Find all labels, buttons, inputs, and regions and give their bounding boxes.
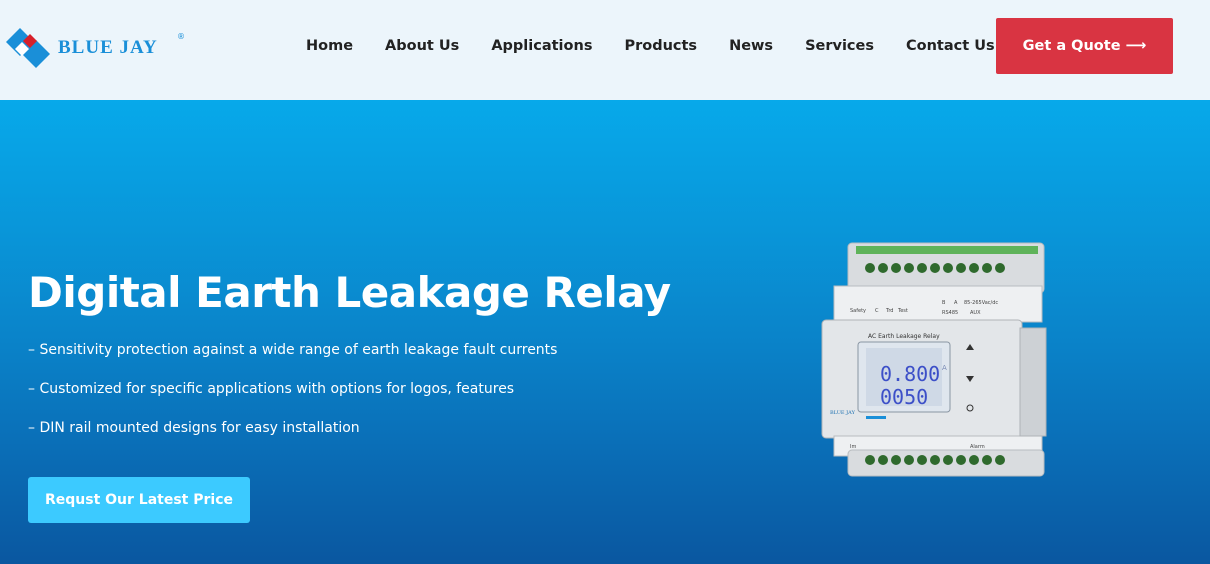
hero-bullet-1: – Sensitivity protection against a wide … [28,342,558,358]
device-label-c: C [875,308,879,314]
nav-news[interactable]: News [729,38,773,54]
lcd-unit: A [942,364,947,372]
nav-home[interactable]: Home [306,38,353,54]
main-nav: Home About Us Applications Products News… [306,38,1027,54]
request-price-button[interactable]: Requst Our Latest Price [28,477,250,523]
nav-products[interactable]: Products [624,38,697,54]
lcd-reading-bottom: 0050 [880,385,928,409]
site-header: BLUE JAY ® Home About Us Applications Pr… [0,0,1210,100]
hero-bullet-3: – DIN rail mounted designs for easy inst… [28,420,360,436]
device-label-alarm: Alarm [970,444,985,450]
hero-section: Digital Earth Leakage Relay – Sensitivit… [0,100,1210,564]
nav-applications[interactable]: Applications [491,38,592,54]
device-label-rs485: RS485 [942,310,958,316]
device-label-b: B [942,300,946,306]
device-label-im: Im [850,444,856,450]
device-label-aux: AUX [970,310,981,316]
hero-bullet-2: – Customized for specific applications w… [28,381,515,397]
brand-logo[interactable]: BLUE JAY ® [6,28,185,68]
device-label-power: 85-265Vac/dc [964,300,998,306]
lcd-reading-top: 0.800 [880,362,940,386]
device-label-a: A [954,300,958,306]
brand-name: BLUE JAY [58,37,158,58]
registered-mark: ® [177,32,185,41]
hero-title: Digital Earth Leakage Relay [28,268,671,317]
relay-device-image: Safety C Trd Test B A 85-265Vac/dc RS485… [821,242,1047,477]
get-a-quote-button[interactable]: Get a Quote ⟶ [996,18,1173,74]
device-brand: BLUE JAY [830,410,856,416]
nav-services[interactable]: Services [805,38,874,54]
nav-about-us[interactable]: About Us [385,38,459,54]
device-label-safety: Safety [850,308,866,314]
device-label-trd: Trd [885,308,893,314]
device-label-test: Test [897,308,908,314]
logo-diamond-icon [6,28,50,68]
device-title-label: AC Earth Leakage Relay [868,333,940,340]
nav-contact-us[interactable]: Contact Us [906,38,995,54]
